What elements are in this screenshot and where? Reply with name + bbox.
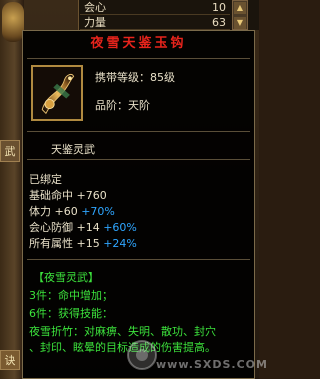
divider — [27, 58, 250, 59]
attribute-label: 会心 — [84, 1, 106, 14]
stat-label: 所有属性 — [29, 237, 73, 250]
stat-label: 体力 — [29, 205, 51, 218]
stat-label: 会心防御 — [29, 221, 73, 234]
left-decorative-strip — [0, 0, 24, 379]
attribute-value: 10 — [212, 1, 226, 14]
stat-percent: +24% — [103, 237, 137, 250]
item-name: 夜雪天鉴玉钩 — [90, 36, 187, 51]
scroll-down-icon[interactable]: ▼ — [234, 17, 246, 29]
stat-line: 所有属性 +15 +24% — [29, 235, 137, 251]
attribute-label: 力量 — [84, 16, 106, 29]
attribute-row: 力量 63 — [80, 15, 230, 30]
stat-label: 基础命中 — [29, 189, 73, 202]
stat-value: +60 — [54, 205, 78, 218]
stat-value: +760 — [76, 189, 107, 202]
divider — [27, 131, 250, 132]
stat-line: 基础命中 +760 — [29, 187, 107, 203]
scrollbar[interactable]: ▲ ▼ — [232, 0, 248, 30]
stat-line: 会心防御 +14 +60% — [29, 219, 137, 235]
set-bonus-line: 6件：获得技能： — [29, 307, 113, 320]
carry-level: 携带等级：85级 — [95, 71, 175, 84]
item-category: 天鉴灵武 — [51, 143, 95, 156]
side-tab-bottom[interactable]: 诀 — [0, 350, 20, 370]
stat-line: 体力 +60 +70% — [29, 203, 115, 219]
stat-percent: +70% — [81, 205, 115, 218]
set-name: 【夜雪灵武】 — [33, 271, 99, 284]
stat-percent: +60% — [103, 221, 137, 234]
attribute-value: 63 — [212, 16, 226, 29]
jade-hook-icon — [33, 67, 81, 119]
stat-value: +15 — [76, 237, 100, 250]
bound-status: 已绑定 — [29, 173, 62, 186]
watermark-text: www.SXDS.COM — [156, 358, 268, 371]
divider — [27, 259, 250, 260]
item-icon[interactable] — [31, 65, 83, 121]
item-grade: 品阶：天阶 — [95, 99, 150, 112]
stat-value: +14 — [76, 221, 100, 234]
ornament-icon — [2, 2, 24, 42]
attribute-row: 会心 10 — [80, 0, 230, 15]
set-bonus-line: 3件：命中增加； — [29, 289, 113, 302]
side-tab[interactable]: 武 — [0, 140, 20, 162]
divider — [27, 159, 250, 160]
item-tooltip: 夜雪天鉴玉钩 携带等级：85级 品阶：天阶 天鉴灵武 已绑定 基础命中 +760 — [22, 30, 255, 379]
scroll-up-icon[interactable]: ▲ — [234, 2, 246, 14]
